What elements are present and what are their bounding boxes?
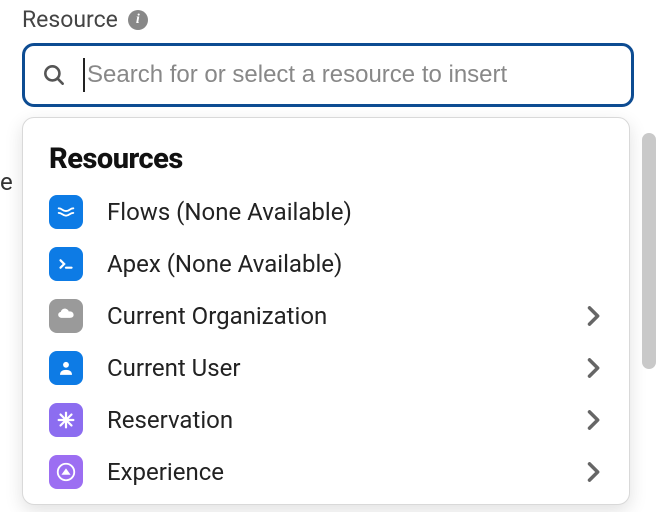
resource-field: Resource i: [22, 6, 634, 107]
scrollbar[interactable]: [642, 133, 656, 369]
dropdown-item-label: Apex (None Available): [107, 250, 607, 278]
chevron-right-icon: [579, 302, 607, 330]
text-cursor: [83, 58, 85, 92]
flows-icon: [49, 195, 83, 229]
resource-search-input[interactable]: [87, 61, 615, 89]
field-label: Resource: [22, 6, 118, 33]
resource-search-box[interactable]: [22, 43, 634, 107]
field-label-row: Resource i: [22, 6, 634, 33]
dropdown-item-label: Flows (None Available): [107, 198, 607, 226]
dropdown-item-flows[interactable]: Flows (None Available): [23, 186, 629, 238]
apex-icon: [49, 247, 83, 281]
dropdown-item-experience[interactable]: Experience: [23, 446, 629, 498]
reservation-icon: [49, 403, 83, 437]
dropdown-item-label: Experience: [107, 458, 579, 486]
dropdown-item-reservation[interactable]: Reservation: [23, 394, 629, 446]
dropdown-item-current-user[interactable]: Current User: [23, 342, 629, 394]
experience-icon: [49, 455, 83, 489]
dropdown-item-apex[interactable]: Apex (None Available): [23, 238, 629, 290]
chevron-right-icon: [579, 406, 607, 434]
org-icon: [49, 299, 83, 333]
chevron-right-icon: [579, 458, 607, 486]
chevron-right-icon: [579, 354, 607, 382]
user-icon: [49, 351, 83, 385]
resource-dropdown: Resources Flows (None Available) Apex (N…: [22, 117, 630, 505]
dropdown-item-label: Reservation: [107, 406, 579, 434]
dropdown-header: Resources: [23, 118, 629, 186]
background-clipped-text: e: [0, 168, 13, 196]
dropdown-item-label: Current Organization: [107, 302, 579, 330]
search-icon: [41, 62, 67, 88]
dropdown-item-current-organization[interactable]: Current Organization: [23, 290, 629, 342]
info-icon[interactable]: i: [128, 10, 148, 30]
dropdown-item-label: Current User: [107, 354, 579, 382]
